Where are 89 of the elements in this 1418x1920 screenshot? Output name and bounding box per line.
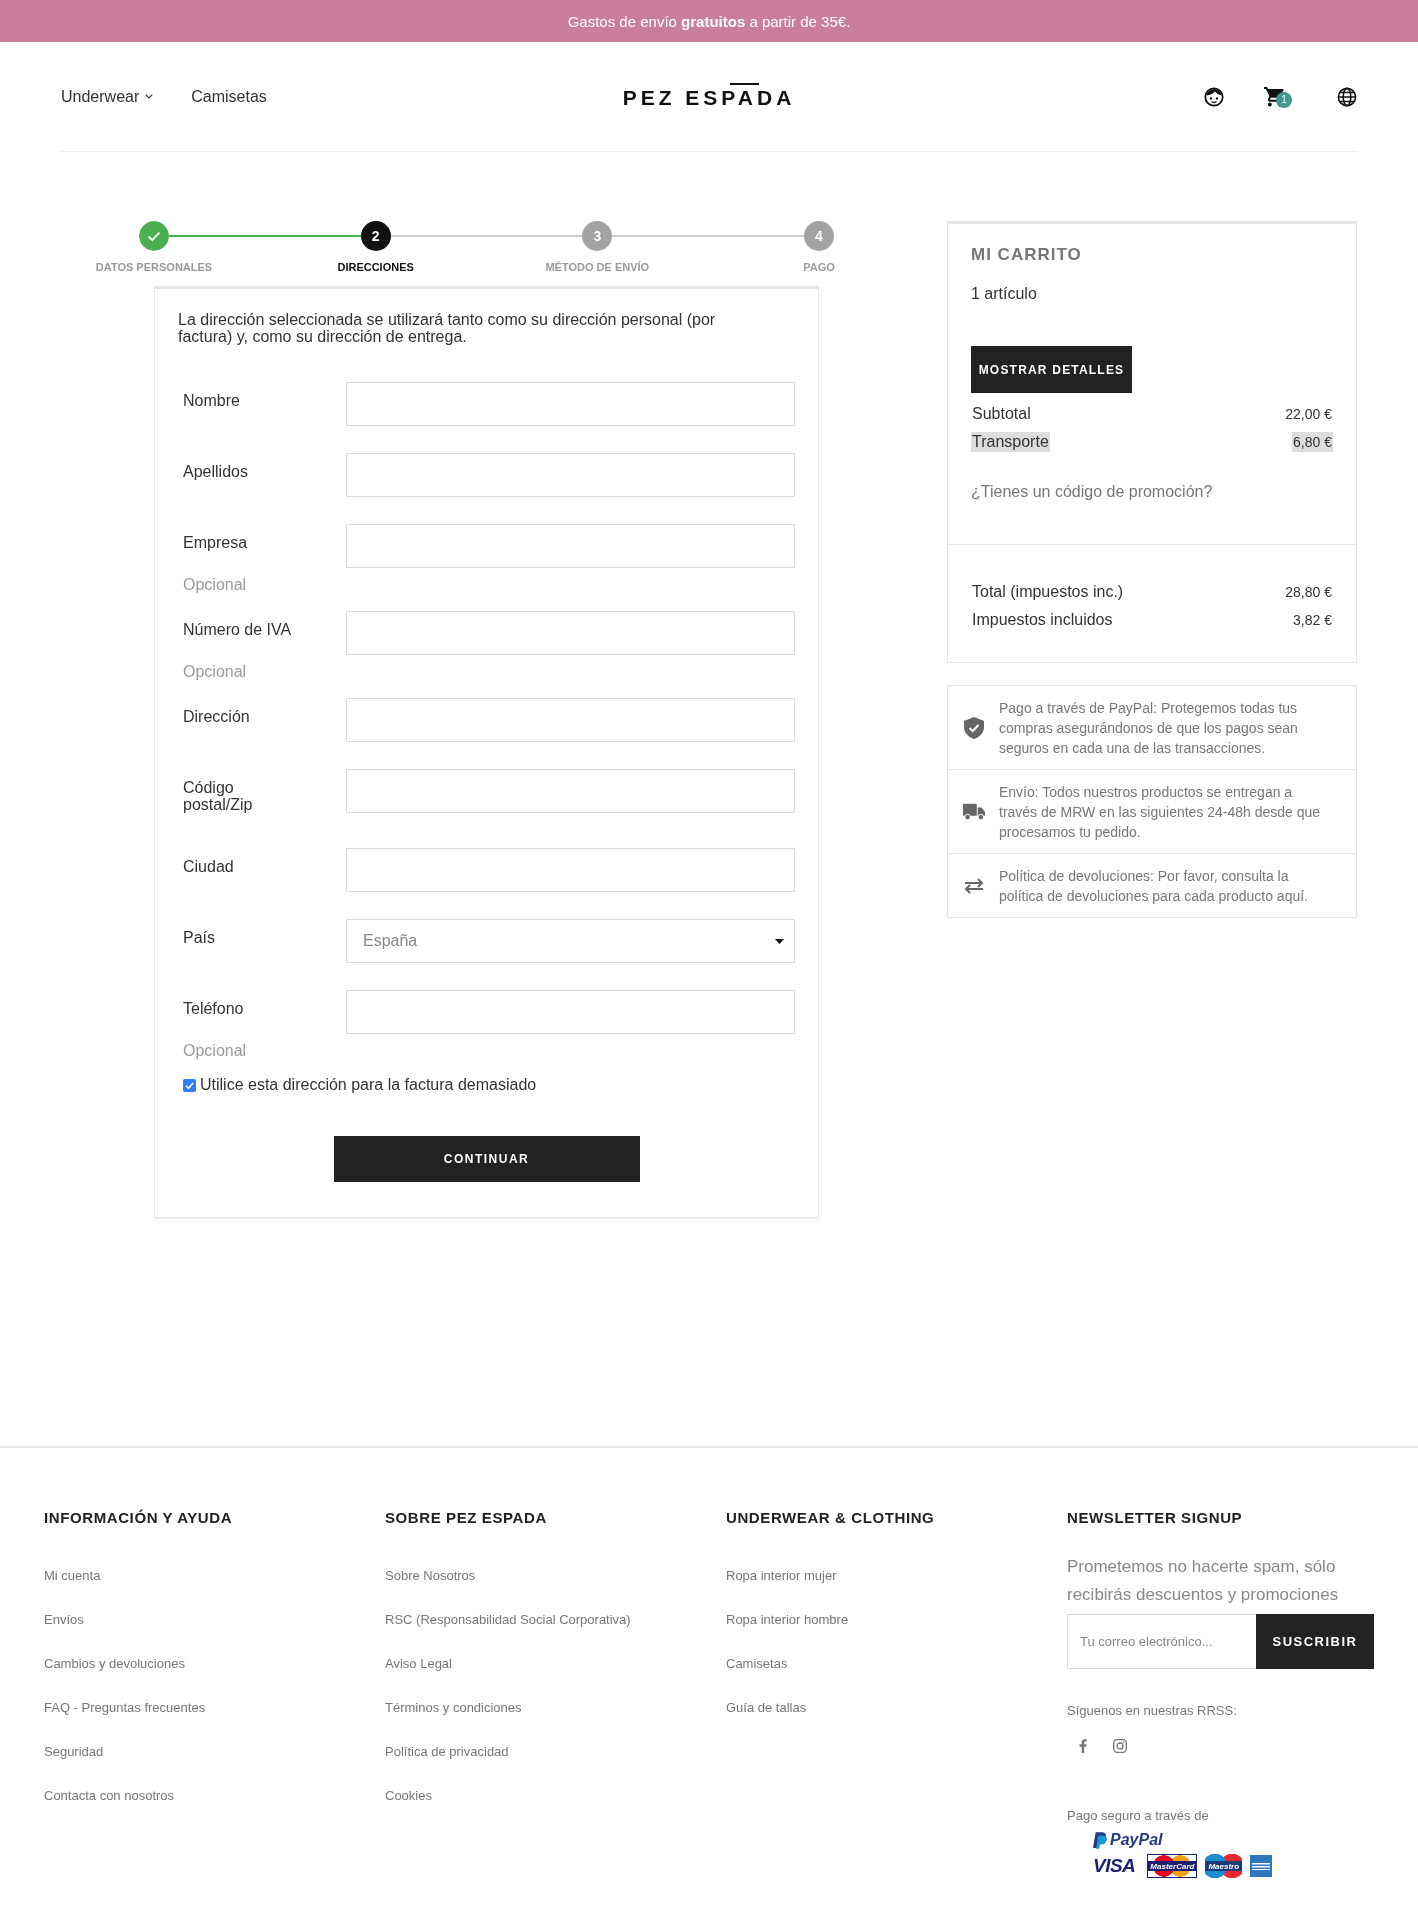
step-label: PAGO [803,260,835,274]
newsletter-text: Prometemos no hacerte spam, sólo recibirás descuentos y promociones [1067,1556,1340,1606]
total-label: Impuestos incluidos [971,610,1114,630]
footer-link[interactable]: FAQ - Preguntas frecuentes [44,1698,206,1718]
logo[interactable]: PEZ ESPADA [622,83,796,110]
footer-link[interactable]: Política de privacidad [385,1742,509,1762]
intro-text: La dirección seleccionada se utilizará tanto como su dirección personal (por factura) y, como su dirección de entrega. [178,311,717,345]
card-logo-icon [1250,1855,1273,1877]
field-label: País [183,928,216,948]
step-number: 2 [360,221,391,251]
announcement-text: Gastos de envío gratuitos a partir de 35€. [567,12,851,30]
footer-link[interactable]: Envíos [44,1610,84,1630]
summary-label: Transporte [971,432,1050,452]
step-number: 3 [582,221,613,251]
field-label: Empresa [183,533,249,553]
maestro-logo: Maestro [1205,1854,1243,1878]
optional-hint: Opcional [182,663,248,681]
footer-link[interactable]: Mi cuenta [44,1566,101,1586]
reassurance-text: Política de devoluciones: Por favor, consulta la política de devoluciones para cada producto aquí. [999,866,1309,906]
footer-heading: NEWSLETTER SIGNUP [1067,1508,1244,1528]
field-label: Dirección [183,707,251,727]
mastercard-logo: MasterCard [1147,1854,1198,1878]
caret-icon [775,938,784,944]
item-count: 1 artículo [971,284,1038,304]
input-field[interactable] [346,611,795,655]
footer-heading: UNDERWEAR & CLOTHING [726,1508,936,1528]
field-label: Código postal/Zip [183,778,254,815]
cart-count-badge: 1 [1276,91,1292,108]
step-label: MÉTODO DE ENVÍO [545,260,650,274]
footer-link[interactable]: Sobre Nosotros [385,1566,476,1586]
input-field[interactable] [346,698,795,742]
footer-link[interactable]: Guía de tallas [726,1698,807,1718]
email-field[interactable]: Tu correo electrónico... [1067,1614,1256,1669]
face-icon[interactable] [1204,86,1224,107]
promo-code-link[interactable]: ¿Tienes un código de promoción? [971,482,1333,502]
input-field[interactable] [346,453,795,497]
step-label: DATOS PERSONALES [95,260,213,274]
field-label: Nombre [183,391,241,411]
globe-icon[interactable] [1337,86,1357,107]
visa-logo: VISA [1093,1855,1136,1877]
step-number: 4 [803,221,834,251]
footer-link[interactable]: Contacta con nosotros [44,1786,175,1806]
footer-link[interactable]: Ropa interior mujer [726,1566,837,1586]
social-label: Síguenos en nuestras RRSS: [1067,1702,1238,1720]
input-field[interactable] [346,848,795,892]
nav-link[interactable]: Camisetas [191,87,267,106]
cart-title: MI CARRITO [971,245,1083,265]
nav-link[interactable]: Underwear [61,87,154,106]
checkbox[interactable] [183,1078,196,1092]
swap-arrows-icon [963,877,985,894]
payment-label: Pago seguro a través de [1067,1807,1210,1825]
country-select[interactable]: España [346,919,795,963]
footer-link[interactable]: Camisetas [726,1654,788,1674]
input-field[interactable] [346,990,795,1034]
step-label: DIRECCIONES [337,260,414,274]
show-details-button[interactable]: MOSTRAR DETALLES [971,346,1132,393]
footer-link[interactable]: Ropa interior hombre [726,1610,849,1630]
checkbox-label: Utilice esta dirección para la factura demasiado [200,1076,537,1094]
summary-label: Subtotal [971,404,1032,424]
footer-heading: INFORMACIÓN Y AYUDA [44,1508,234,1528]
footer-link[interactable]: Cookies [385,1786,432,1806]
paypal-mark-icon [1093,1831,1107,1849]
summary-value: 6,80 € [1292,432,1333,452]
field-label: Número de IVA [183,620,293,640]
optional-hint: Opcional [182,1042,248,1060]
input-field[interactable] [346,769,795,813]
input-field[interactable] [346,524,795,568]
shield-check-icon [963,716,985,739]
footer-link[interactable]: Seguridad [44,1742,104,1762]
instagram-icon[interactable] [1113,1739,1127,1753]
total-label: Total (impuestos inc.) [971,582,1125,602]
total-value: 3,82 € [1292,611,1333,630]
continue-button[interactable]: CONTINUAR [333,1136,640,1182]
reassurance-text: Pago a través de PayPal: Protegemos todas tus compras asegurándonos de que los pagos sean seguros en cada una de las transacciones. [999,698,1299,758]
field-label: Ciudad [183,857,235,877]
footer-heading: SOBRE PEZ ESPADA [385,1508,548,1528]
paypal-wordmark: PayPal [1110,1831,1163,1849]
footer-link[interactable]: RSC (Responsabilidad Social Corporativa) [385,1610,631,1630]
total-value: 28,80 € [1284,583,1333,602]
field-label: Teléfono [183,999,245,1019]
footer-link[interactable]: Aviso Legal [385,1654,452,1674]
footer-link[interactable]: Términos y condiciones [385,1698,522,1718]
field-label: Apellidos [183,462,249,482]
summary-value: 22,00 € [1284,405,1333,424]
footer-link[interactable]: Cambios y devoluciones [44,1654,185,1674]
subscribe-button[interactable]: SUSCRIBIR [1256,1614,1374,1669]
optional-hint: Opcional [182,576,248,594]
input-field[interactable] [346,382,795,426]
reassurance-text: Envío: Todos nuestros productos se entregan a través de MRW en las siguientes 24-48h desde que procesamos tu pedido. [999,782,1322,842]
